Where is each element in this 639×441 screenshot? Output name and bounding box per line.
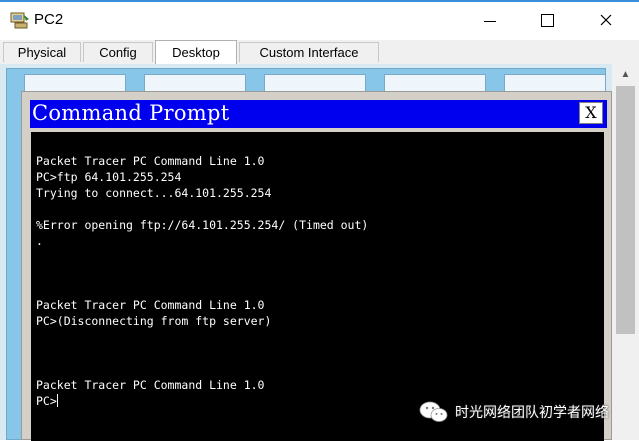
- wechat-icon: [419, 401, 448, 422]
- tab-physical[interactable]: Physical: [3, 42, 81, 62]
- command-prompt-titlebar: Command Prompt X: [30, 100, 607, 128]
- console-line: .: [36, 234, 43, 248]
- window-titlebar: PC2: [0, 2, 639, 40]
- scroll-up-icon[interactable]: ▲: [612, 64, 639, 84]
- tab-custom-interface[interactable]: Custom Interface: [239, 42, 379, 62]
- command-prompt-title: Command Prompt: [32, 101, 230, 125]
- command-prompt-close-button[interactable]: X: [579, 102, 603, 124]
- minimize-icon: [484, 20, 496, 22]
- console-line: Packet Tracer PC Command Line 1.0: [36, 378, 265, 392]
- console-line: Trying to connect...64.101.255.254: [36, 186, 272, 200]
- watermark-text: 时光网络团队初学者网络: [455, 405, 609, 421]
- tab-desktop[interactable]: Desktop: [155, 40, 237, 65]
- console-line: PC>ftp 64.101.255.254: [36, 170, 182, 184]
- window-title: PC2: [34, 11, 64, 28]
- tab-config[interactable]: Config: [83, 42, 153, 62]
- console-line: Packet Tracer PC Command Line 1.0: [36, 298, 265, 312]
- console-line: PC>: [36, 394, 58, 408]
- close-icon: [600, 14, 612, 26]
- text-cursor: [56, 394, 58, 407]
- maximize-button[interactable]: [535, 8, 559, 32]
- scroll-thumb[interactable]: [616, 86, 635, 334]
- tab-bar: Physical Config Desktop Custom Interface: [0, 40, 639, 65]
- close-button[interactable]: [594, 8, 618, 32]
- console-line: PC>(Disconnecting from ftp server): [36, 314, 272, 328]
- watermark: 时光网络团队初学者网络: [419, 399, 609, 425]
- console-line: Packet Tracer PC Command Line 1.0: [36, 154, 265, 168]
- pc-app-icon: [10, 12, 29, 29]
- console-line: %Error opening ftp://64.101.255.254/ (Ti…: [36, 218, 369, 232]
- maximize-icon: [540, 13, 554, 27]
- console-lines: Packet Tracer PC Command Line 1.0 PC>ftp …: [36, 153, 368, 409]
- vertical-scrollbar[interactable]: ▲: [612, 64, 639, 440]
- console-output[interactable]: Packet Tracer PC Command Line 1.0 PC>ftp …: [31, 132, 604, 441]
- command-prompt-window: Command Prompt X Packet Tracer PC Comman…: [21, 91, 612, 441]
- minimize-button[interactable]: [478, 8, 502, 32]
